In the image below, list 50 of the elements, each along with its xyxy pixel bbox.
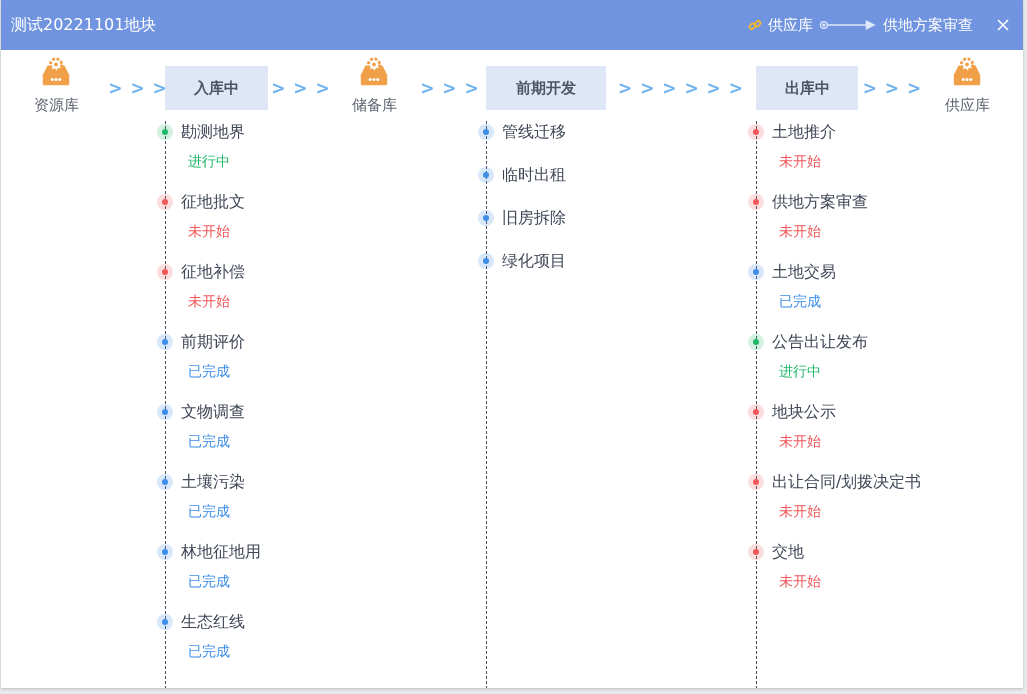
link-icon <box>748 18 762 32</box>
task-name: 生态红线 <box>181 611 245 633</box>
task-name: 公告出让发布 <box>772 331 868 353</box>
task-name: 征地补偿 <box>181 261 245 283</box>
stage-label: 前期开发 <box>486 66 606 110</box>
chevron-arrows: > > > <box>108 78 168 98</box>
stage-label: 入库中 <box>165 66 268 110</box>
task-name: 文物调查 <box>181 401 245 423</box>
task-status: 未开始 <box>779 222 821 241</box>
task-name: 绿化项目 <box>502 250 566 272</box>
node-label: 供应库 <box>944 96 990 115</box>
task-name: 前期评价 <box>181 331 245 353</box>
task-name: 土地推介 <box>772 121 836 143</box>
task-name: 林地征地用 <box>181 541 261 563</box>
window-title: 测试20221101地块 <box>11 14 157 36</box>
chevron-arrows: > > > > > > <box>617 78 745 98</box>
task-name: 地块公示 <box>772 401 836 423</box>
chevron-arrows: > > > <box>862 78 923 98</box>
task-name: 出让合同/划拨决定书 <box>772 471 922 493</box>
task-name: 供地方案审查 <box>772 191 868 213</box>
task-name: 交地 <box>772 541 804 563</box>
task-status: 已完成 <box>188 362 230 381</box>
route-from: 供应库 <box>768 15 813 35</box>
task-name: 旧房拆除 <box>502 207 566 229</box>
task-status: 已完成 <box>188 432 230 451</box>
task-status: 未开始 <box>779 502 821 521</box>
task-status: 未开始 <box>188 222 230 241</box>
node-label: 储备库 <box>351 96 397 115</box>
task-status: 进行中 <box>779 362 821 381</box>
task-status: 已完成 <box>188 572 230 591</box>
task-status: 已完成 <box>188 502 230 521</box>
node-label: 资源库 <box>33 96 79 115</box>
task-status: 已完成 <box>779 292 821 311</box>
route-arrow-icon <box>819 19 877 31</box>
chevron-arrows: > > > <box>420 78 480 98</box>
stage-label: 出库中 <box>756 66 858 110</box>
task-name: 临时出租 <box>502 164 566 186</box>
task-status: 未开始 <box>779 572 821 591</box>
task-status: 进行中 <box>188 152 230 171</box>
task-status: 未开始 <box>188 292 230 311</box>
task-status: 未开始 <box>779 152 821 171</box>
chevron-arrows: > > > <box>271 78 331 98</box>
task-status: 未开始 <box>779 432 821 451</box>
task-name: 土地交易 <box>772 261 836 283</box>
task-name: 勘测地界 <box>181 121 245 143</box>
task-name: 管线迁移 <box>502 121 566 143</box>
route-to: 供地方案审查 <box>883 15 973 35</box>
task-name: 征地批文 <box>181 191 245 213</box>
task-status: 已完成 <box>188 642 230 661</box>
task-name: 土壤污染 <box>181 471 245 493</box>
